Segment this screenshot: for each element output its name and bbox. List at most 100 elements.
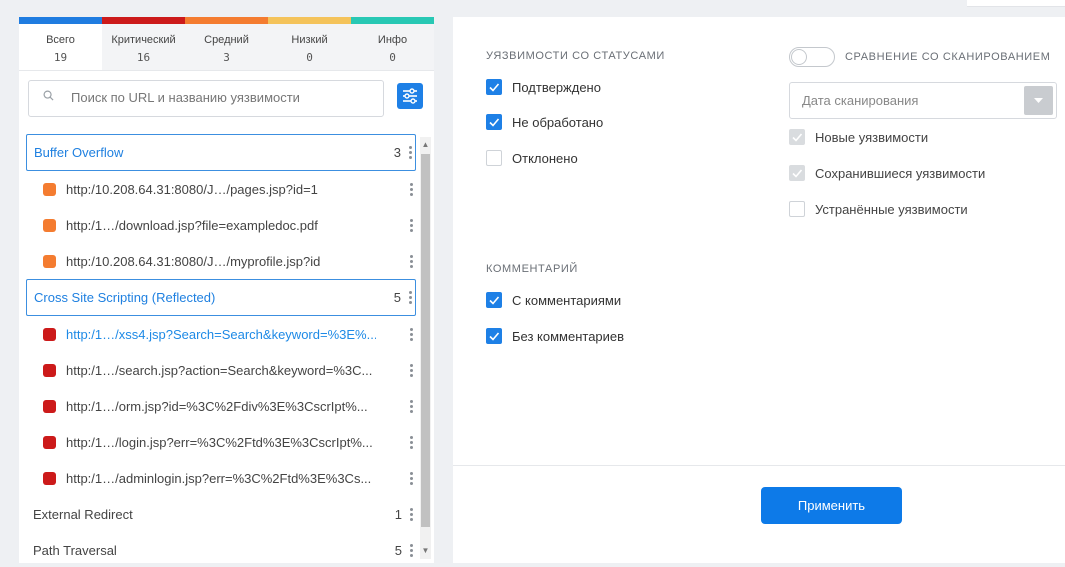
checkbox-unchecked-icon	[789, 201, 805, 217]
divider	[453, 465, 1065, 466]
severity-bar-critical	[102, 17, 185, 24]
scroll-down-icon[interactable]: ▼	[420, 545, 431, 556]
with-comments-checkbox[interactable]: С комментариями	[486, 292, 621, 308]
checkbox-checked-icon	[486, 79, 502, 95]
more-icon[interactable]	[406, 471, 416, 485]
search-input[interactable]	[69, 89, 373, 106]
url-text: http:/1…/orm.jsp?id=%3C%2Fdiv%3E%3CscrIp…	[66, 398, 368, 414]
top-strip	[967, 0, 1065, 7]
checkbox-label: Новые уязвимости	[815, 129, 929, 145]
url-text: http:/10.208.64.31:8080/J…/myprofile.jsp…	[66, 253, 321, 269]
group-count: 3	[393, 145, 401, 160]
group-name: Cross Site Scripting (Reflected)	[34, 290, 216, 305]
vulnerability-list: Buffer Overflow 3 http:/10.208.64.31:808…	[26, 134, 416, 559]
filter-settings-button[interactable]	[397, 83, 423, 109]
list-item[interactable]: http:/1…/search.jsp?action=Search&keywor…	[26, 352, 416, 388]
checkbox-checked-icon	[486, 114, 502, 130]
more-icon[interactable]	[406, 543, 416, 557]
list-item[interactable]: http:/10.208.64.31:8080/J…/myprofile.jsp…	[26, 243, 416, 279]
checkbox-checked-icon	[486, 328, 502, 344]
checkbox-label: Отклонено	[512, 150, 578, 166]
list-item[interactable]: http:/1…/login.jsp?err=%3C%2Ftd%3E%3Cscr…	[26, 424, 416, 460]
group-count: 5	[394, 542, 402, 558]
severity-critical-icon	[43, 471, 56, 485]
status-unprocessed-checkbox[interactable]: Не обработано	[486, 114, 603, 130]
checkbox-label: С комментариями	[512, 292, 622, 308]
filter-panel: УЯЗВИМОСТИ СО СТАТУСАМИ Подтверждено Не …	[453, 17, 1065, 563]
severity-critical-icon	[43, 363, 56, 377]
new-vulns-checkbox[interactable]: Новые уязвимости	[789, 129, 928, 145]
severity-medium-icon	[43, 218, 56, 232]
severity-bar-low	[268, 17, 351, 24]
list-item[interactable]: http:/10.208.64.31:8080/J…/pages.jsp?id=…	[26, 171, 416, 207]
tab-all[interactable]: Всего 19	[19, 24, 102, 70]
apply-button[interactable]: Применить	[761, 487, 902, 524]
more-icon[interactable]	[406, 507, 416, 521]
tab-count: 16	[136, 51, 151, 64]
tab-count: 0	[389, 51, 396, 64]
fixed-vulns-checkbox[interactable]: Устранённые уязвимости	[789, 201, 968, 217]
group-xss-reflected[interactable]: Cross Site Scripting (Reflected) 5	[26, 279, 416, 316]
more-icon[interactable]	[405, 146, 415, 159]
search-icon	[43, 90, 54, 101]
tab-label: Всего	[46, 34, 75, 46]
url-text: http:/1…/adminlogin.jsp?err=%3C%2Ftd%3E%…	[66, 470, 372, 486]
tab-info[interactable]: Инфо 0	[351, 24, 434, 70]
toggle-knob	[791, 49, 807, 65]
more-icon[interactable]	[406, 182, 416, 196]
more-icon[interactable]	[406, 435, 416, 449]
group-name: External Redirect	[33, 506, 133, 522]
tab-count: 19	[53, 51, 68, 64]
checkbox-label: Не обработано	[512, 114, 604, 130]
group-name: Buffer Overflow	[34, 145, 124, 160]
tab-low[interactable]: Низкий 0	[268, 24, 351, 70]
severity-color-bar	[19, 17, 434, 24]
sliders-icon	[403, 88, 417, 104]
compare-section-title: СРАВНЕНИЕ СО СКАНИРОВАНИЕМ	[845, 51, 1051, 63]
status-confirmed-checkbox[interactable]: Подтверждено	[486, 79, 601, 95]
url-text: http:/1…/download.jsp?file=exampledoc.pd…	[66, 217, 318, 233]
list-item[interactable]: http:/1…/download.jsp?file=exampledoc.pd…	[26, 207, 416, 243]
checkbox-label: Без комментариев	[512, 328, 625, 344]
tab-label: Средний	[204, 34, 249, 46]
tab-count: 3	[223, 51, 230, 64]
remaining-vulns-checkbox[interactable]: Сохранившиеся уязвимости	[789, 165, 985, 181]
checkbox-unchecked-icon	[486, 150, 502, 166]
group-name: Path Traversal	[33, 542, 117, 558]
severity-bar-all	[19, 17, 102, 24]
list-item[interactable]: http:/1…/orm.jsp?id=%3C%2Fdiv%3E%3CscrIp…	[26, 388, 416, 424]
tab-medium[interactable]: Средний 3	[185, 24, 268, 70]
list-item[interactable]: http:/1…/xss4.jsp?Search=Search&keyword=…	[26, 316, 416, 352]
severity-bar-medium	[185, 17, 268, 24]
tab-label: Инфо	[377, 34, 408, 46]
severity-tabs: Всего 19 Критический 16 Средний 3 Низкий…	[19, 24, 434, 71]
url-text: http:/10.208.64.31:8080/J…/pages.jsp?id=…	[66, 181, 318, 197]
url-text: http:/1…/xss4.jsp?Search=Search&keyword=…	[66, 326, 376, 342]
severity-medium-icon	[43, 182, 56, 196]
severity-critical-icon	[43, 327, 56, 341]
more-icon[interactable]	[406, 399, 416, 413]
list-item[interactable]: http:/1…/adminlogin.jsp?err=%3C%2Ftd%3E%…	[26, 460, 416, 496]
group-path-traversal[interactable]: Path Traversal 5	[26, 532, 416, 559]
status-section-title: УЯЗВИМОСТИ СО СТАТУСАМИ	[486, 50, 665, 62]
compare-scan-toggle[interactable]	[789, 47, 835, 67]
more-icon[interactable]	[406, 363, 416, 377]
search-box	[28, 80, 384, 117]
status-rejected-checkbox[interactable]: Отклонено	[486, 150, 578, 166]
more-icon[interactable]	[406, 254, 416, 268]
vulnerability-panel: Всего 19 Критический 16 Средний 3 Низкий…	[19, 17, 434, 563]
scrollbar-thumb[interactable]	[421, 154, 430, 527]
group-external-redirect[interactable]: External Redirect 1	[26, 496, 416, 532]
tab-count: 0	[306, 51, 313, 64]
scroll-up-icon[interactable]: ▲	[420, 139, 431, 150]
scan-date-select[interactable]: Дата сканирования	[789, 82, 1057, 119]
more-icon[interactable]	[405, 291, 415, 304]
severity-medium-icon	[43, 254, 56, 268]
more-icon[interactable]	[406, 327, 416, 341]
chevron-down-icon[interactable]	[1024, 86, 1053, 115]
group-buffer-overflow[interactable]: Buffer Overflow 3	[26, 134, 416, 171]
tab-critical[interactable]: Критический 16	[102, 24, 185, 70]
group-count: 5	[393, 290, 401, 305]
more-icon[interactable]	[406, 218, 416, 232]
without-comments-checkbox[interactable]: Без комментариев	[486, 328, 624, 344]
